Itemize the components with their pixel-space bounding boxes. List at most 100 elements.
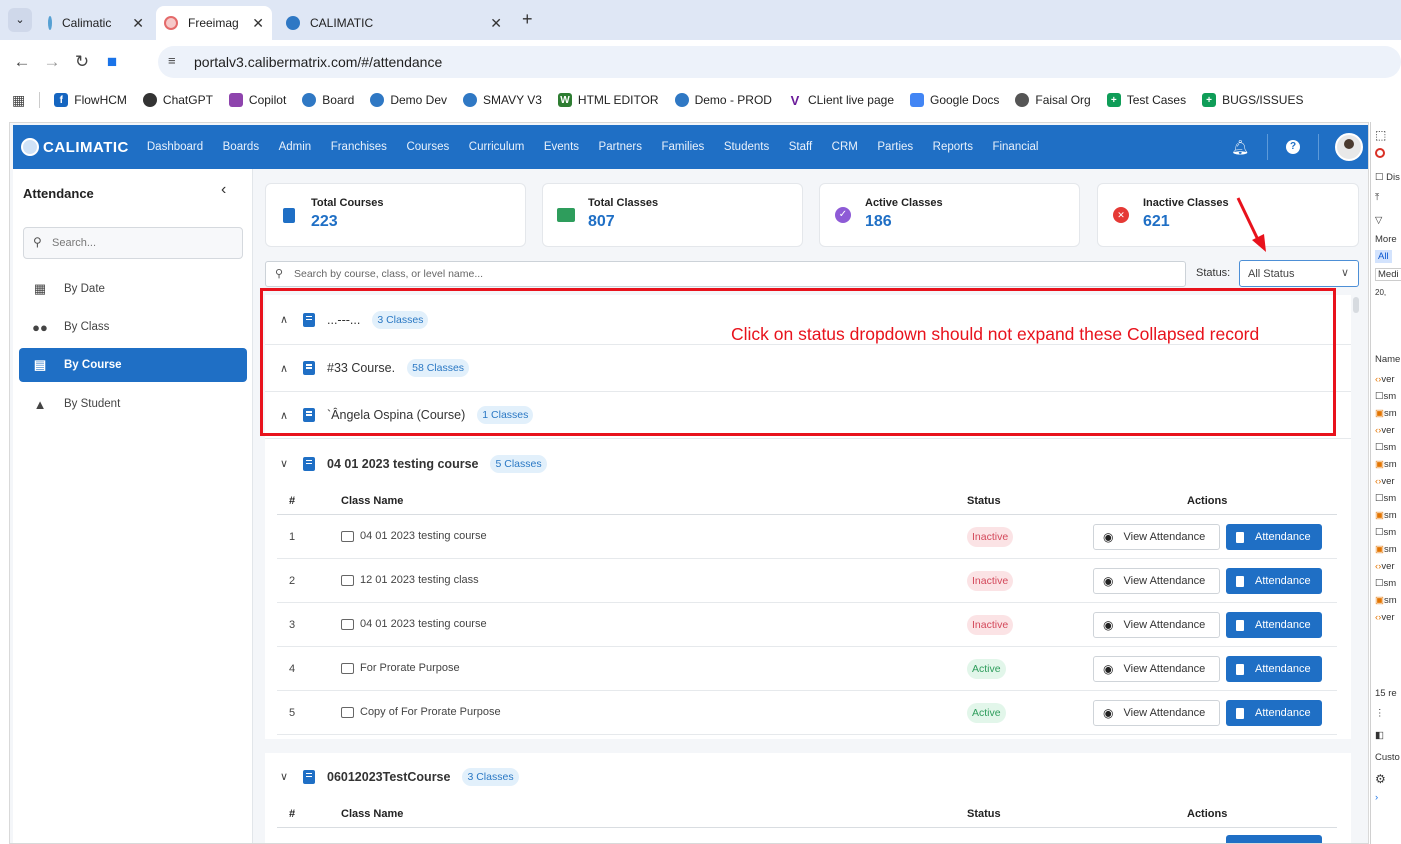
bookmark-test-cases[interactable]: + Test Cases [1106, 93, 1186, 107]
devtools-row[interactable]: ☐sm [1375, 442, 1396, 453]
bookmark-google-docs[interactable]: Google Docs [910, 93, 999, 107]
attendance-button[interactable]: Attendance [1226, 568, 1322, 594]
devtools-filter-media[interactable]: Medi [1375, 268, 1401, 281]
bookmark-html-editor[interactable]: W HTML EDITOR [557, 93, 659, 107]
devtools-row[interactable]: ☐sm [1375, 391, 1396, 402]
view-attendance-button[interactable]: ◉ View Attendance [1093, 524, 1220, 550]
menu-curriculum[interactable]: Curriculum [469, 141, 525, 153]
devtools-row[interactable]: ‹›ver [1375, 374, 1395, 385]
inspect-icon[interactable]: ⬚ [1375, 128, 1386, 142]
browser-tab-calimatic[interactable]: Calimatic ✕ [40, 6, 152, 40]
menu-families[interactable]: Families [662, 141, 705, 153]
devtools-row[interactable]: ▣sm [1375, 544, 1397, 555]
menu-partners[interactable]: Partners [599, 141, 642, 153]
bookmark-chatgpt[interactable]: ChatGPT [142, 93, 213, 107]
view-attendance-button[interactable]: ◉ View Attendance [1093, 700, 1220, 726]
course-search-input[interactable]: ⚲ Search by course, class, or level name… [265, 261, 1186, 287]
menu-students[interactable]: Students [724, 141, 769, 153]
user-avatar[interactable] [1335, 133, 1363, 161]
chevron-right-icon[interactable]: › [1375, 792, 1378, 803]
close-tab-icon[interactable]: ✕ [132, 15, 144, 32]
browser-tab-freeimage[interactable]: Freeimag ✕ [156, 6, 272, 40]
site-info-icon[interactable]: ≡ [168, 53, 176, 68]
reload-icon[interactable]: ↻ [67, 52, 97, 72]
course-row-expanded[interactable]: ∨ 04 01 2023 testing course 5 Classes [265, 440, 1351, 487]
menu-parties[interactable]: Parties [877, 141, 913, 153]
scrollbar[interactable] [1353, 297, 1359, 313]
devtools-row[interactable]: ▣sm [1375, 408, 1397, 419]
upload-icon[interactable]: ⤒ [1375, 192, 1379, 203]
view-attendance-button[interactable]: ◉ View Attendance [1093, 612, 1220, 638]
clipboard-icon [1236, 575, 1244, 587]
kebab-menu-icon[interactable]: ⋮ [1375, 708, 1385, 719]
bell-icon[interactable]: 🔔︎ [1231, 139, 1249, 156]
chevron-down-icon[interactable]: ∨ [277, 770, 291, 783]
bookmark-board[interactable]: Board [302, 93, 354, 107]
tab-search-button[interactable]: ⌄ [8, 8, 32, 32]
bookmark-demo-prod[interactable]: Demo - PROD [674, 93, 772, 107]
record-icon[interactable] [1375, 148, 1385, 158]
attendance-button[interactable]: Attendance [1226, 700, 1322, 726]
attendance-button[interactable]: Attendance [1226, 524, 1322, 550]
menu-financial[interactable]: Financial [992, 141, 1038, 153]
bookmark-demo-dev[interactable]: Demo Dev [370, 93, 447, 107]
dock-icon[interactable]: ◧ [1375, 730, 1384, 741]
menu-dashboard[interactable]: Dashboard [147, 141, 203, 153]
devtools-row[interactable]: ‹›ver [1375, 476, 1395, 487]
devtools-row[interactable]: ☐sm [1375, 527, 1396, 538]
menu-admin[interactable]: Admin [279, 141, 312, 153]
sidebar-item-by-course[interactable]: ▤ By Course [19, 348, 247, 382]
close-tab-icon[interactable]: ✕ [490, 15, 502, 32]
course-row-expanded[interactable]: ∨ 06012023TestCourse 3 Classes [265, 753, 1351, 800]
bookmark-flowhcm[interactable]: f FlowHCM [54, 93, 127, 107]
calimatic-logo[interactable]: CALIMATIC [21, 138, 129, 156]
menu-franchises[interactable]: Franchises [331, 141, 387, 153]
sidebar-item-by-date[interactable]: ▦ By Date [19, 272, 247, 306]
devtools-checkbox-label[interactable]: ☐ Dis [1375, 172, 1400, 183]
attendance-button[interactable]: Attendance [1226, 612, 1322, 638]
eye-icon: ◉ [1103, 574, 1114, 588]
menu-crm[interactable]: CRM [832, 141, 858, 153]
bookmark-client-live-page[interactable]: V CLient live page [787, 93, 894, 108]
status-dropdown[interactable]: All Status ∨ [1239, 260, 1359, 287]
devtools-row[interactable]: ▣sm [1375, 595, 1397, 606]
devtools-row[interactable]: ☐sm [1375, 578, 1396, 589]
devtools-row[interactable]: ▣sm [1375, 510, 1397, 521]
devtools-row[interactable]: ▣sm [1375, 459, 1397, 470]
devtools-label: Custo [1375, 752, 1400, 763]
menu-courses[interactable]: Courses [406, 141, 449, 153]
view-attendance-button[interactable]: ◉ View Attendance [1093, 568, 1220, 594]
help-icon[interactable]: ? [1286, 140, 1300, 154]
chevron-down-icon[interactable]: ∨ [277, 457, 291, 470]
devtools-row[interactable]: ‹›ver [1375, 612, 1395, 623]
sidebar-item-by-student[interactable]: ▲ By Student [19, 387, 247, 421]
sidebar-item-by-class[interactable]: ●● By Class [19, 310, 247, 344]
new-tab-plus-icon[interactable]: + [522, 9, 533, 30]
gear-icon[interactable]: ⚙ [1375, 772, 1386, 786]
back-arrow-icon[interactable]: ← [7, 52, 37, 72]
attendance-button[interactable]: Attendance [1226, 656, 1322, 682]
bookmark-bugs-issues[interactable]: + BUGS/ISSUES [1202, 93, 1303, 107]
menu-boards[interactable]: Boards [223, 141, 259, 153]
devtools-row[interactable]: ☐sm [1375, 493, 1396, 504]
collapse-sidebar-chevron-icon[interactable]: ‹ [221, 181, 226, 199]
browser-tab-calimatic-2[interactable]: CALIMATIC ✕ [278, 6, 510, 40]
devtools-filter-all[interactable]: All [1375, 250, 1392, 263]
attendance-button[interactable] [1226, 835, 1322, 843]
devtools-row[interactable]: ‹›ver [1375, 561, 1395, 572]
menu-reports[interactable]: Reports [933, 141, 973, 153]
forward-arrow-icon[interactable]: → [37, 52, 67, 72]
address-bar[interactable]: ≡ portalv3.calibermatrix.com/#/attendanc… [158, 46, 1401, 78]
sidebar-search-input[interactable]: ⚲ Search... [23, 227, 243, 259]
reading-mode-icon[interactable]: ■ [97, 52, 127, 72]
menu-staff[interactable]: Staff [789, 141, 812, 153]
menu-events[interactable]: Events [544, 141, 579, 153]
bookmark-smavy-v3[interactable]: SMAVY V3 [463, 93, 542, 107]
bookmark-copilot[interactable]: Copilot [228, 93, 286, 107]
view-attendance-button[interactable]: ◉ View Attendance [1093, 656, 1220, 682]
bookmark-faisal-org[interactable]: Faisal Org [1015, 93, 1091, 107]
devtools-row[interactable]: ‹›ver [1375, 425, 1395, 436]
apps-grid-icon[interactable]: ▦ [12, 92, 25, 109]
close-tab-icon[interactable]: ✕ [252, 15, 264, 32]
filter-icon[interactable]: ▽ [1375, 215, 1382, 226]
